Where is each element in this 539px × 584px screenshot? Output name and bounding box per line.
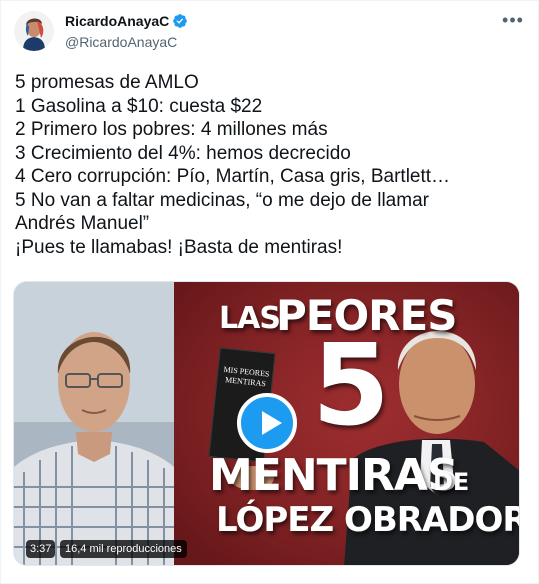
play-icon[interactable] bbox=[237, 393, 297, 453]
avatar[interactable] bbox=[14, 11, 54, 51]
thumbnail-word-mentiras: MENTIRAS bbox=[209, 450, 459, 501]
author-handle[interactable]: @RicardoAnayaC bbox=[65, 33, 188, 51]
thumbnail-word-las: LAS bbox=[219, 301, 281, 336]
tweet-text: 5 promesas de AMLO 1 Gasolina a $10: cue… bbox=[15, 71, 527, 259]
author-name-row[interactable]: RicardoAnayaC bbox=[65, 12, 188, 30]
thumbnail-word-de: DE bbox=[433, 468, 470, 496]
avatar-portrait bbox=[14, 11, 54, 51]
tweet-line: 4 Cero corrupción: Pío, Martín, Casa gri… bbox=[15, 166, 451, 187]
verified-badge-icon bbox=[172, 13, 188, 29]
tweet-card: RicardoAnayaC @RicardoAnayaC ••• 5 prome… bbox=[0, 0, 539, 584]
video-player[interactable]: MIS PEORES MENTIRAS LAS PEORES 5 MENTIRA… bbox=[13, 281, 520, 566]
book-title: MIS PEORES MENTIRAS bbox=[223, 364, 270, 389]
tweet-line: ¡Pues te llamabas! ¡Basta de mentiras! bbox=[15, 236, 343, 258]
tweet-line: 5 promesas de AMLO bbox=[15, 72, 199, 93]
thumbnail-name: LÓPEZ OBRADOR bbox=[216, 500, 520, 540]
author-display-name[interactable]: RicardoAnayaC bbox=[65, 12, 169, 30]
more-horizontal-icon[interactable]: ••• bbox=[501, 11, 525, 33]
video-duration: 3:37 bbox=[26, 540, 56, 558]
tweet-line: 5 No van a faltar medicinas, “o me dejo … bbox=[15, 189, 429, 211]
tweet-line: 1 Gasolina a $10: cuesta $22 bbox=[15, 95, 263, 117]
thumbnail-number: 5 bbox=[312, 321, 390, 451]
tweet-line: 2 Primero los pobres: 4 millones más bbox=[15, 119, 328, 140]
tweet-line: Andrés Manuel” bbox=[15, 213, 150, 234]
tweet-line: 3 Crecimiento del 4%: hemos decrecido bbox=[15, 142, 351, 164]
author-block: RicardoAnayaC @RicardoAnayaC bbox=[65, 12, 188, 51]
video-view-count: 16,4 mil reproducciones bbox=[60, 540, 187, 558]
